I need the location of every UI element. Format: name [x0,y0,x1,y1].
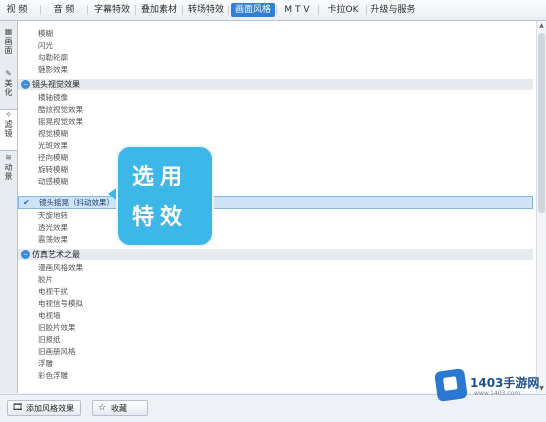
tab-overlay-materials[interactable]: 叠加素材 [139,3,179,17]
tab-separator [318,5,319,15]
side-tab-motion[interactable]: ≋ 动景 [0,153,17,189]
side-tab-label: 动景 [4,163,13,181]
list-item[interactable]: 模糊 [18,28,533,39]
tab-transition-effects[interactable]: 转场特效 [186,3,226,17]
list-item[interactable]: 震荡效果 [18,234,533,245]
list-item[interactable]: 摇晃视觉效果 [18,116,533,127]
list-item[interactable]: 勾勒轮廓 [18,52,533,63]
check-icon: ✔ [23,198,30,207]
list-item[interactable]: 旋转模糊 [18,164,533,175]
callout-line-2: 特效 [132,205,189,230]
tab-audio[interactable]: 音 频 [50,3,78,17]
group-title: 仿真艺术之最 [32,250,80,259]
collapse-icon[interactable]: − [21,80,30,89]
side-tab-label: 滤镜 [4,120,13,138]
add-style-effect-button[interactable]: 🎞 添加风格效果 [7,400,81,416]
vertical-scrollbar[interactable]: ▲ ▼ [536,21,546,393]
list-item[interactable]: 闪光 [18,40,533,51]
side-tab-beautify[interactable]: ✎ 美化 [0,69,17,105]
list-item[interactable]: 旧报纸 [18,334,533,345]
effects-list: 模糊 闪光 勾勒轮廓 魅影效果 − 镜头视觉效果 横轴镜像 酷炫视觉效果 摇晃视… [18,21,536,393]
tab-upgrade-service[interactable]: 升级与服务 [370,3,416,17]
side-tab-picture[interactable]: ▦ 画面 [0,27,17,63]
button-label: 收藏 [111,404,127,413]
tab-separator [228,5,229,15]
tab-separator [40,5,41,15]
top-tab-bar: 视 频 音 频 字幕特效 叠加素材 转场特效 画面风格 M T V 卡拉OK 升… [0,0,546,21]
wand-icon: ✎ [5,69,12,78]
side-tab-label: 画面 [4,37,13,55]
filter-icon: ✧ [5,110,12,119]
annotation-callout: 选用 特效 [118,147,212,245]
group-header[interactable]: − 仿真艺术之最 [18,249,533,260]
list-item[interactable]: 旧胶片效果 [18,322,533,333]
watermark-url: www.1403.com [474,390,521,397]
list-item[interactable]: 胶片 [18,274,533,285]
tab-separator [87,5,88,15]
list-item-selected[interactable]: ✔ 镜头摇晃（抖动效果） [18,196,533,209]
tab-separator [135,5,136,15]
list-item[interactable]: 光斑效果 [18,140,533,151]
group-header[interactable]: − 镜头视觉效果 [18,79,533,90]
tab-separator [366,5,367,15]
tab-separator [276,5,277,15]
tab-mtv[interactable]: M T V [282,3,312,17]
list-item[interactable]: 旧画册风格 [18,346,533,357]
tab-karaoke[interactable]: 卡拉OK [325,3,361,17]
side-tab-filter[interactable]: ✧ 滤镜 [0,109,17,151]
tab-picture-style[interactable]: 画面风格 [231,3,275,17]
collect-button[interactable]: ☆ 收藏 [92,400,148,416]
list-item[interactable]: 电视干扰 [18,286,533,297]
watermark-brand: 1403手游网 [470,376,540,390]
collapse-icon[interactable]: − [21,250,30,259]
star-icon: ☆ [97,403,107,413]
wave-icon: ≋ [5,153,12,162]
site-logo-icon [434,368,468,402]
list-item[interactable]: 动感模糊 [18,176,533,187]
list-item[interactable]: 漫画风格效果 [18,262,533,273]
list-item[interactable]: 天旋地转 [18,210,533,221]
group-title: 镜头视觉效果 [32,80,80,89]
side-tab-bar: ▦ 画面 ✎ 美化 ✧ 滤镜 ≋ 动景 [0,21,18,393]
site-watermark: 1403手游网 www.1403.com [434,368,542,404]
list-item[interactable]: 横轴镜像 [18,92,533,103]
tab-video[interactable]: 视 频 [6,3,28,17]
scroll-up-arrow-icon[interactable]: ▲ [537,21,546,30]
add-effect-icon: 🎞 [12,403,24,413]
list-item-label: 镜头摇晃（抖动效果） [39,198,114,207]
tab-subtitle-effects[interactable]: 字幕特效 [92,3,132,17]
button-label: 添加风格效果 [26,404,74,413]
list-item[interactable]: 电视信号模拟 [18,298,533,309]
side-tab-label: 美化 [4,79,13,97]
scrollbar-thumb[interactable] [538,33,545,213]
list-item[interactable]: 电视墙 [18,310,533,321]
list-item[interactable]: 酷炫视觉效果 [18,104,533,115]
list-item[interactable]: 视觉模糊 [18,128,533,139]
image-icon: ▦ [4,27,13,36]
list-item[interactable]: 魅影效果 [18,64,533,75]
list-item[interactable]: 径向模糊 [18,152,533,163]
list-item[interactable]: 透光效果 [18,222,533,233]
callout-line-1: 选用 [132,165,189,190]
tab-separator [182,5,183,15]
